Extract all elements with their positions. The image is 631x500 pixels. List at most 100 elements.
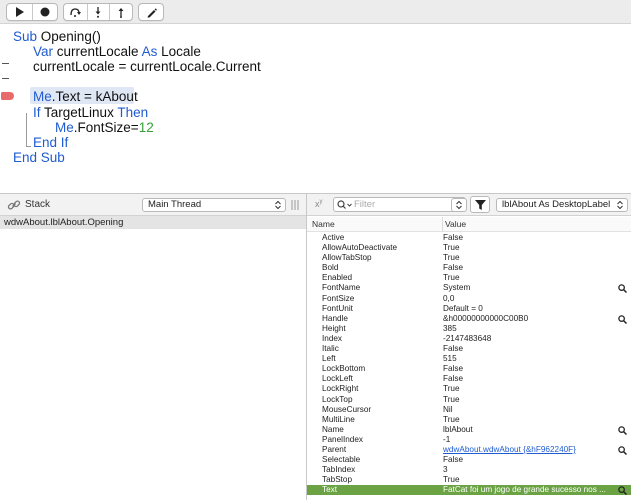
- variable-row[interactable]: TabIndex 3: [307, 465, 631, 475]
- variable-name: FontSize: [322, 293, 355, 303]
- variable-value: True: [443, 394, 460, 404]
- step-out-button[interactable]: [109, 4, 132, 20]
- variable-row[interactable]: Parent wdwAbout.wdwAbout {&hF962240F}: [307, 445, 631, 455]
- variable-name: Active: [322, 233, 345, 242]
- stack-frame-list[interactable]: wdwAbout.lblAbout.Opening: [0, 216, 306, 500]
- variable-value: -2147483648: [443, 333, 492, 343]
- variable-name: Selectable: [322, 455, 361, 465]
- xy-icon[interactable]: xy: [315, 199, 323, 209]
- variable-row[interactable]: Index -2147483648: [307, 334, 631, 344]
- play-icon: [15, 7, 24, 17]
- variable-name: FontUnit: [322, 303, 353, 313]
- variable-value-link[interactable]: wdwAbout.wdwAbout {&hF962240F}: [443, 445, 613, 455]
- filter-placeholder: Filter: [354, 199, 376, 210]
- variable-value: True: [443, 475, 460, 485]
- step-into-button[interactable]: [86, 4, 110, 20]
- variable-value: False: [443, 455, 464, 465]
- variable-value: Nil: [443, 404, 453, 414]
- inspect-magnifier-icon[interactable]: [618, 486, 627, 496]
- variable-row[interactable]: AllowAutoDeactivate True: [307, 243, 631, 253]
- variable-value: True: [443, 414, 460, 424]
- variable-row[interactable]: PanelIndex -1: [307, 435, 631, 445]
- inspect-magnifier-icon[interactable]: [618, 446, 627, 455]
- variable-value: 3: [443, 465, 448, 475]
- variable-row[interactable]: Left 515: [307, 354, 631, 364]
- variable-row[interactable]: MultiLine True: [307, 415, 631, 425]
- column-separator[interactable]: [442, 217, 443, 232]
- code-line-1: Sub Opening(): [13, 29, 101, 44]
- step-into-icon: [95, 6, 101, 18]
- variable-value: FatCat foi um jogo de grande sucesso nos…: [443, 485, 606, 495]
- variable-value: 0,0: [443, 293, 455, 303]
- variable-name: AllowTabStop: [322, 253, 372, 263]
- stack-title: Stack: [25, 199, 51, 210]
- variable-name: MouseCursor: [322, 404, 372, 414]
- variable-name: LockTop: [322, 394, 353, 404]
- pencil-icon: [147, 7, 157, 17]
- variable-value: False: [443, 364, 464, 374]
- variable-row[interactable]: LockBottom False: [307, 364, 631, 374]
- variable-row[interactable]: Bold False: [307, 263, 631, 273]
- indent-guide-end: [26, 146, 31, 147]
- variable-row[interactable]: TabStop True: [307, 475, 631, 485]
- variable-name: LockRight: [322, 384, 359, 394]
- stop-record-icon: [40, 7, 50, 17]
- variable-row[interactable]: Enabled True: [307, 273, 631, 283]
- gutter-line-marker: [2, 63, 9, 64]
- variable-value: True: [443, 384, 460, 394]
- variable-name: PanelIndex: [322, 434, 363, 444]
- variables-column-header: [307, 217, 631, 232]
- variable-row[interactable]: Height 385: [307, 324, 631, 334]
- funnel-icon: [475, 200, 486, 210]
- up-down-chevron-icon: [617, 200, 623, 210]
- inspect-magnifier-icon[interactable]: [618, 426, 627, 435]
- run-controls: [6, 3, 58, 21]
- column-split-icon[interactable]: [291, 200, 299, 210]
- scope-stepper[interactable]: [451, 198, 467, 212]
- variable-value: Default = 0: [443, 303, 483, 313]
- variable-row[interactable]: FontSize 0,0: [307, 294, 631, 304]
- stack-frame[interactable]: wdwAbout.lblAbout.Opening: [0, 216, 306, 229]
- variable-row[interactable]: Active False: [307, 233, 631, 243]
- variable-value: 515: [443, 354, 457, 364]
- variable-row[interactable]: Text FatCat foi um jogo de grande sucesso…: [307, 485, 631, 496]
- link-chain-icon: [7, 200, 21, 210]
- variable-row[interactable]: LockRight True: [307, 384, 631, 394]
- variable-row[interactable]: Name lblAbout: [307, 425, 631, 435]
- variable-row[interactable]: LockLeft False: [307, 374, 631, 384]
- variables-list[interactable]: Active False AllowAutoDeactivate True AllowT…: [307, 233, 631, 496]
- inspect-magnifier-icon[interactable]: [618, 314, 627, 324]
- breakpoint-marker[interactable]: [1, 92, 14, 100]
- variable-value: 385: [443, 323, 457, 333]
- inspect-magnifier-icon[interactable]: [618, 284, 627, 294]
- search-icon[interactable]: [337, 200, 353, 210]
- step-over-button[interactable]: [64, 4, 87, 20]
- variable-value: True: [443, 253, 460, 263]
- edit-code-button[interactable]: [139, 4, 163, 20]
- variable-row[interactable]: LockTop True: [307, 395, 631, 405]
- variable-row[interactable]: AllowTabStop True: [307, 253, 631, 263]
- variable-name: Text: [322, 485, 338, 495]
- code-line-7: Me.FontSize=12: [55, 120, 154, 135]
- variable-name: Italic: [322, 344, 339, 354]
- filter-button[interactable]: [470, 196, 490, 213]
- stop-button[interactable]: [31, 4, 57, 20]
- variable-name: Name: [322, 424, 344, 434]
- resume-button[interactable]: [7, 4, 32, 20]
- debugger-toolbar: [0, 0, 631, 24]
- variable-row[interactable]: Selectable False: [307, 455, 631, 465]
- code-editor[interactable]: Sub Opening() Var currentLocale As Local…: [0, 25, 631, 193]
- column-value-header[interactable]: Value: [445, 217, 466, 232]
- code-line-9: End Sub: [13, 150, 65, 165]
- up-down-chevron-icon: [275, 200, 281, 210]
- variable-name: TabIndex: [322, 465, 356, 475]
- variable-row[interactable]: FontUnit Default = 0: [307, 304, 631, 314]
- indent-guide: [26, 113, 27, 147]
- object-select[interactable]: lblAbout As DesktopLabel: [496, 198, 628, 212]
- thread-select[interactable]: Main Thread: [142, 198, 286, 212]
- variable-row[interactable]: MouseCursor Nil: [307, 405, 631, 415]
- variable-row[interactable]: Italic False: [307, 344, 631, 354]
- variable-row[interactable]: FontName System: [307, 283, 631, 294]
- variable-row[interactable]: Handle &h00000000000C00B0: [307, 314, 631, 324]
- column-name-header[interactable]: Name: [312, 217, 335, 232]
